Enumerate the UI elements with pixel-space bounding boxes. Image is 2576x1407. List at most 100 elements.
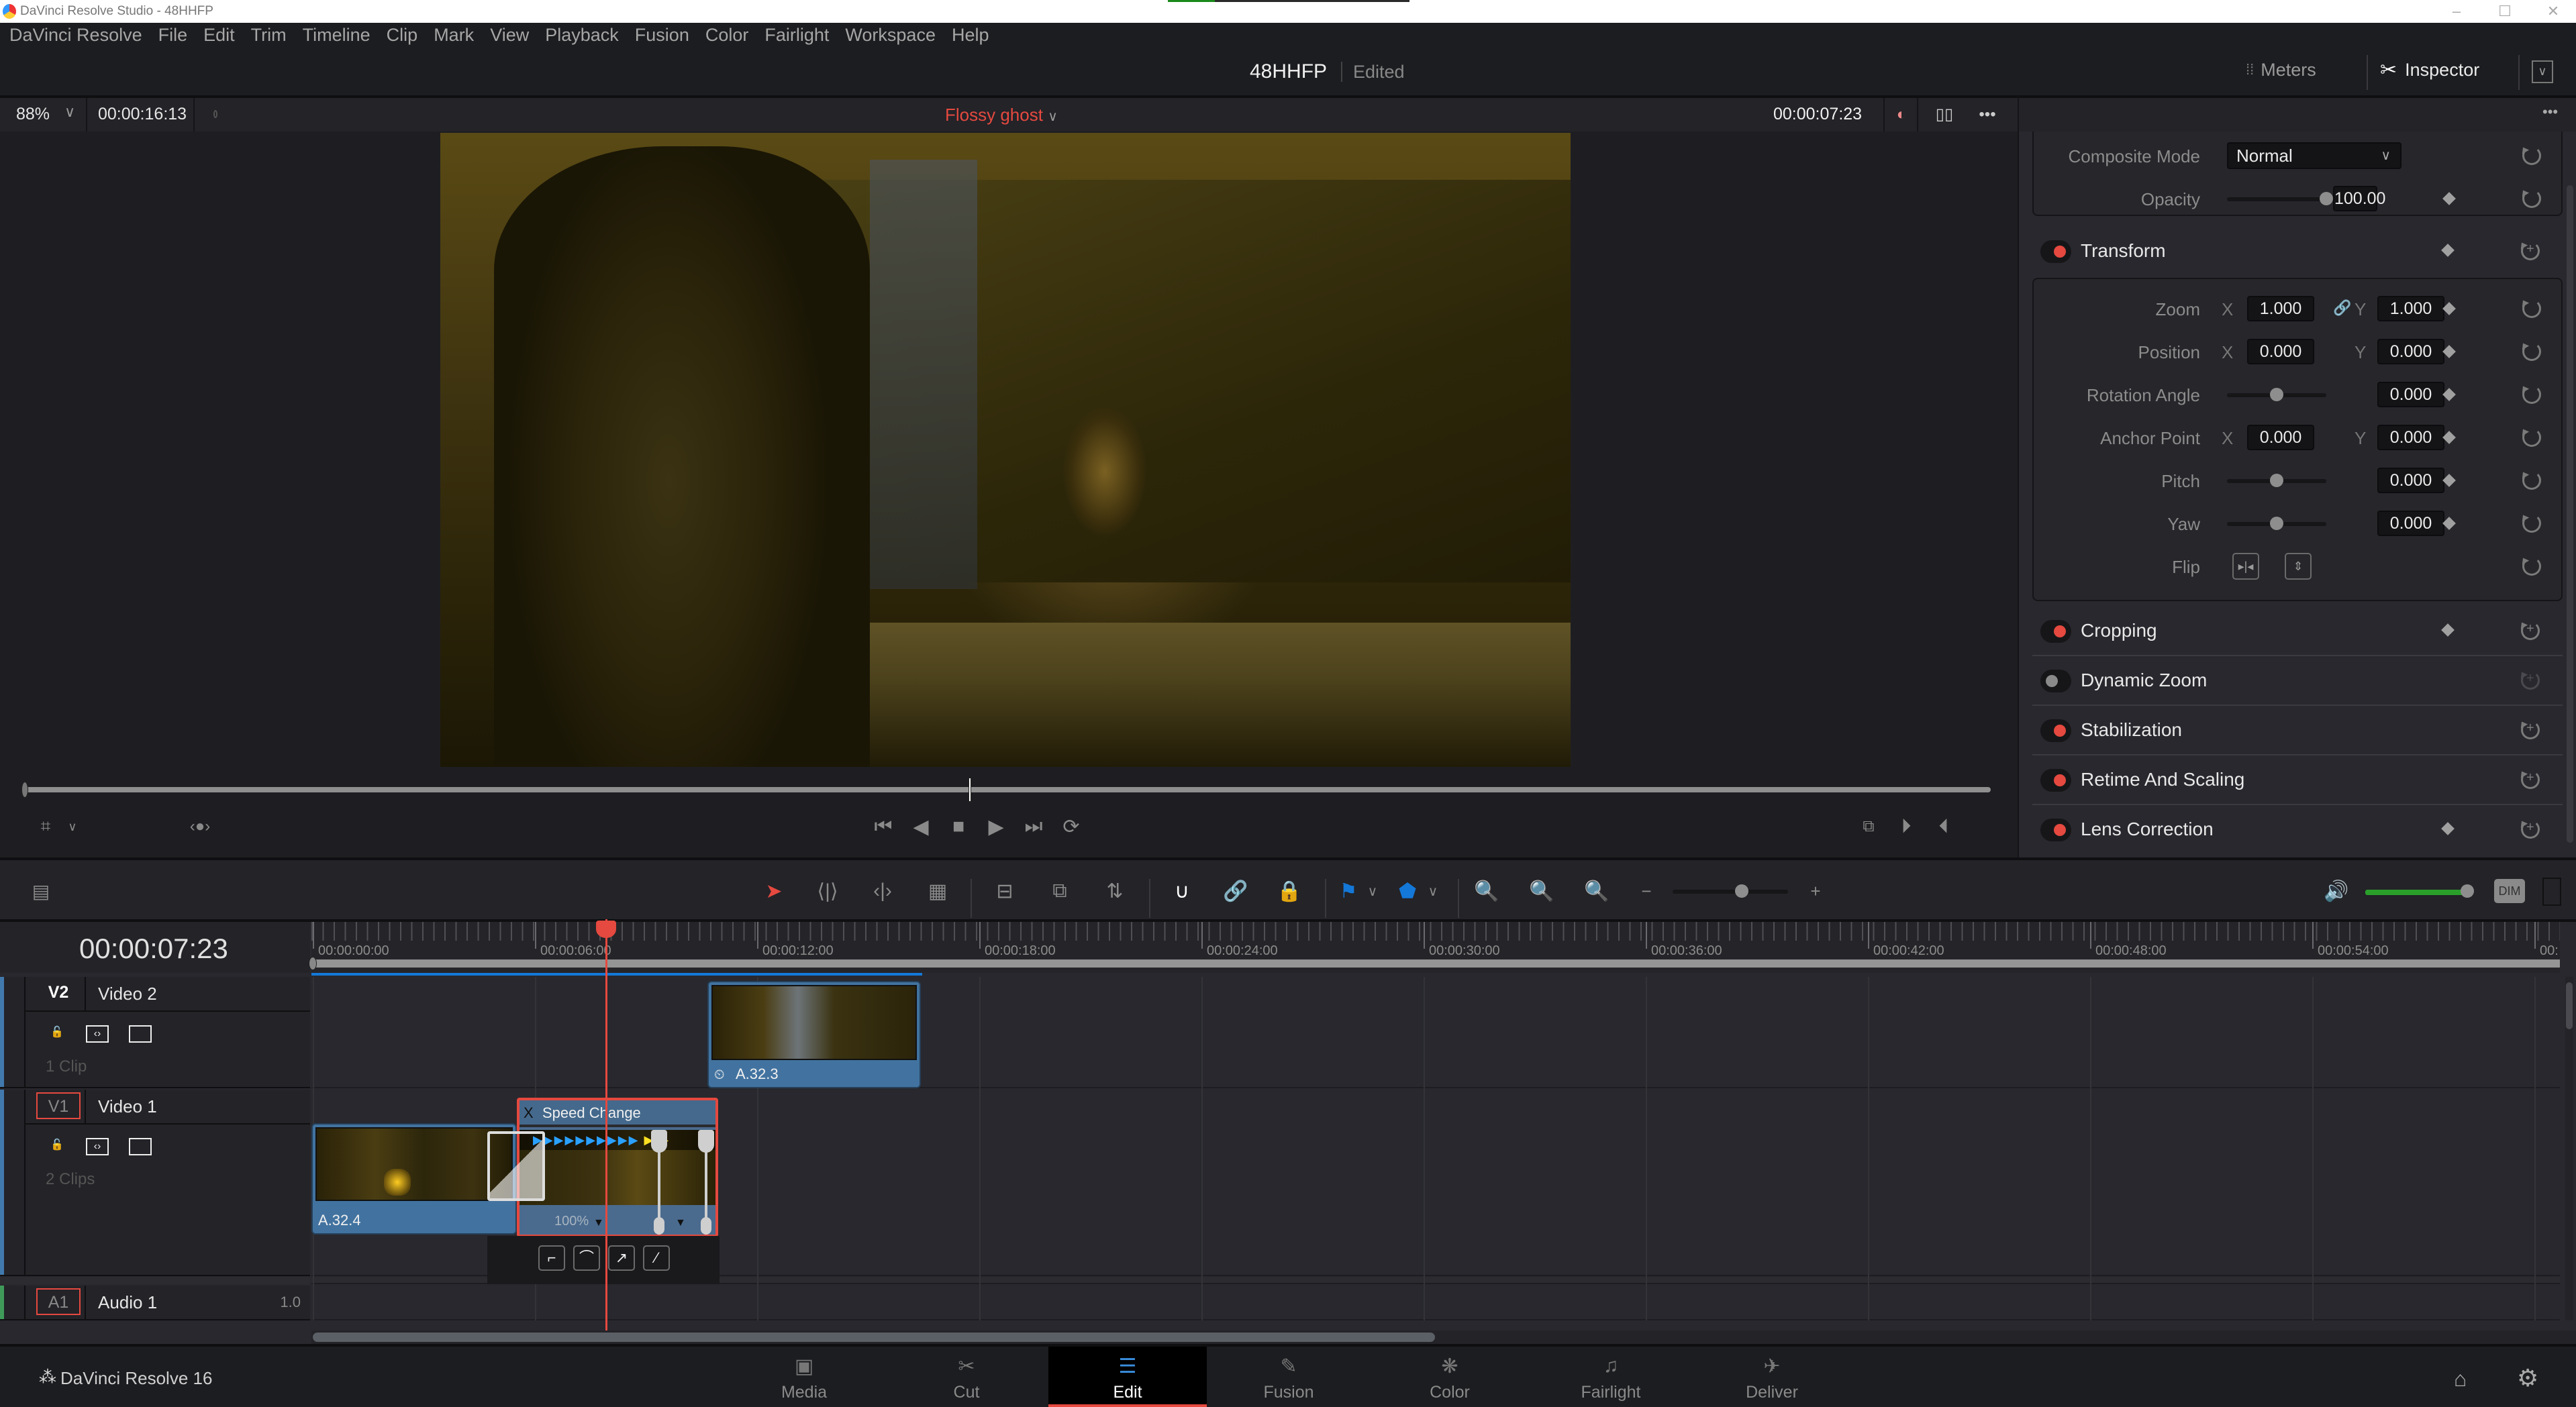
reset-icon[interactable] xyxy=(2522,557,2541,576)
loop-icon[interactable]: ⟳ xyxy=(1052,813,1090,840)
viewer-zoom-level[interactable]: 88% xyxy=(16,105,50,124)
zoom-x-field[interactable]: 1.000 xyxy=(2247,296,2314,321)
page-tab-edit[interactable]: ☰ Edit xyxy=(1048,1347,1207,1407)
anchor-y-field[interactable]: 0.000 xyxy=(2377,425,2444,450)
viewer-frame[interactable] xyxy=(440,133,1571,767)
trim-edit-mode-icon[interactable]: ⟨|⟩ xyxy=(811,875,844,907)
position-y-field[interactable]: 0.000 xyxy=(2377,339,2444,364)
more-options-icon[interactable]: ••• xyxy=(2542,103,2558,121)
menu-edit[interactable]: Edit xyxy=(203,23,244,47)
opacity-slider-knob[interactable] xyxy=(2320,192,2333,205)
track-id[interactable]: A1 xyxy=(36,1288,81,1315)
reset-icon[interactable] xyxy=(2521,621,2540,640)
previous-edit-icon[interactable]: ⏴ xyxy=(1925,813,1963,840)
reset-icon[interactable] xyxy=(2522,299,2541,318)
viewer-clip-name[interactable]: Flossy ghost ∨ xyxy=(945,105,1058,125)
playhead-handle[interactable] xyxy=(596,921,616,938)
retime-toggle[interactable] xyxy=(2040,769,2071,792)
rotation-field[interactable]: 0.000 xyxy=(2377,382,2444,407)
zoom-out-button[interactable]: − xyxy=(1630,875,1663,907)
yaw-slider[interactable] xyxy=(2227,517,2326,530)
replace-clip-icon[interactable]: ⇅ xyxy=(1098,875,1132,907)
track-visibility-icon[interactable] xyxy=(129,1025,152,1043)
reset-icon[interactable] xyxy=(2521,820,2540,839)
gear-icon[interactable]: ⚙ xyxy=(2517,1364,2538,1392)
pitch-field[interactable]: 0.000 xyxy=(2377,468,2444,493)
menu-mark[interactable]: Mark xyxy=(434,23,483,47)
reset-icon[interactable] xyxy=(2522,189,2541,208)
keyframe-icon[interactable] xyxy=(2442,192,2456,205)
pitch-slider[interactable] xyxy=(2227,474,2326,487)
auto-select-icon[interactable]: ‹› xyxy=(86,1025,109,1043)
reset-icon[interactable] xyxy=(2522,342,2541,361)
menu-davinci-resolve[interactable]: DaVinci Resolve xyxy=(9,23,152,47)
overwrite-clip-icon[interactable]: ⧉ xyxy=(1043,875,1077,907)
menu-fairlight[interactable]: Fairlight xyxy=(764,23,838,47)
menu-fusion[interactable]: Fusion xyxy=(635,23,699,47)
track-select-column[interactable] xyxy=(4,1090,26,1275)
menu-file[interactable]: File xyxy=(158,23,197,47)
maximize-button[interactable]: ☐ xyxy=(2491,3,2518,20)
position-lock-icon[interactable]: 🔒 xyxy=(1273,875,1306,907)
reset-icon[interactable] xyxy=(2521,671,2540,690)
transition-handle[interactable] xyxy=(487,1131,545,1201)
page-tab-color[interactable]: ❋ Color xyxy=(1371,1347,1529,1407)
scrub-start-handle[interactable] xyxy=(21,782,28,798)
page-tab-fairlight[interactable]: ♫ Fairlight xyxy=(1532,1347,1690,1407)
page-tab-cut[interactable]: ✂ Cut xyxy=(887,1347,1046,1407)
viewer-scrub-bar[interactable] xyxy=(21,778,1991,802)
range-start-handle[interactable] xyxy=(309,957,317,970)
horizontal-scroll-thumb[interactable] xyxy=(313,1333,1435,1342)
speed-dropdown-icon[interactable]: ▼ xyxy=(593,1217,604,1229)
track-visibility-icon[interactable] xyxy=(129,1138,152,1155)
insert-clip-icon[interactable]: ⊟ xyxy=(988,875,1022,907)
dynamic-trim-mode-icon[interactable]: ‹|› xyxy=(866,875,899,907)
dim-button[interactable]: DIM xyxy=(2494,879,2525,903)
menu-timeline[interactable]: Timeline xyxy=(303,23,380,47)
speed-change-clip[interactable]: X Speed Change ▶▶▶▶▶▶▶▶▶▶ ▶ ▶ 100% ▼ ▼ xyxy=(517,1098,718,1237)
more-options-icon[interactable]: ••• xyxy=(1976,103,1999,126)
vertical-scroll-thumb[interactable] xyxy=(2566,982,2573,1029)
page-tab-fusion[interactable]: ✎ Fusion xyxy=(1209,1347,1368,1407)
audio-level-slider[interactable] xyxy=(2365,884,2474,898)
timeline-vertical-scrollbar[interactable] xyxy=(2565,977,2573,1320)
retime-section-header[interactable]: Retime And Scaling xyxy=(2032,757,2563,805)
audio-level-knob[interactable] xyxy=(2461,884,2474,898)
color-wheel-icon[interactable]: ◐ xyxy=(1890,103,1913,126)
timeline-view-options-icon[interactable]: ▤ xyxy=(24,875,58,907)
lens-correction-toggle[interactable] xyxy=(2040,819,2071,841)
track-select-column[interactable] xyxy=(4,977,26,1087)
selection-mode-icon[interactable]: ➤ xyxy=(757,875,791,907)
flip-vertical-icon[interactable]: ⇕ xyxy=(2285,553,2312,580)
reset-icon[interactable] xyxy=(2522,146,2541,165)
menu-help[interactable]: Help xyxy=(952,23,999,47)
cropping-toggle[interactable] xyxy=(2040,620,2071,643)
linked-selection-icon[interactable]: 🔗 xyxy=(1219,875,1252,907)
dynamic-zoom-toggle[interactable] xyxy=(2040,670,2071,692)
timeline-clip-v1[interactable]: A.32.4 xyxy=(311,1123,517,1235)
close-speed-change-button[interactable]: X xyxy=(524,1104,534,1122)
menu-color[interactable]: Color xyxy=(705,23,758,47)
timeline-clip-v2[interactable]: A.32.3 ⏲ xyxy=(707,981,921,1088)
page-tab-deliver[interactable]: ✈ Deliver xyxy=(1693,1347,1851,1407)
menu-trim[interactable]: Trim xyxy=(251,23,296,47)
page-tab-media[interactable]: ▣ Media xyxy=(725,1347,883,1407)
keyframe-icon[interactable] xyxy=(2442,388,2456,401)
reset-icon[interactable] xyxy=(2522,471,2541,490)
reset-icon[interactable] xyxy=(2521,770,2540,789)
lock-icon[interactable]: 🔓 xyxy=(46,1025,68,1043)
auto-select-icon[interactable]: ‹› xyxy=(86,1138,109,1155)
zoom-y-field[interactable]: 1.000 xyxy=(2377,296,2444,321)
menu-clip[interactable]: Clip xyxy=(387,23,428,47)
jog-icon[interactable]: ‹●› xyxy=(181,813,219,840)
flip-horizontal-icon[interactable]: ▸|◂ xyxy=(2232,553,2259,580)
transform-section-header[interactable]: Transform xyxy=(2032,228,2563,276)
speed-percent[interactable]: 100% xyxy=(554,1214,589,1229)
rotation-slider[interactable] xyxy=(2227,388,2326,401)
reset-icon[interactable] xyxy=(2521,242,2540,260)
position-x-field[interactable]: 0.000 xyxy=(2247,339,2314,364)
stabilization-toggle[interactable] xyxy=(2040,719,2071,742)
transform-toggle[interactable] xyxy=(2040,240,2071,263)
timeline-zoom-knob[interactable] xyxy=(1735,884,1749,898)
anchor-x-field[interactable]: 0.000 xyxy=(2247,425,2314,450)
